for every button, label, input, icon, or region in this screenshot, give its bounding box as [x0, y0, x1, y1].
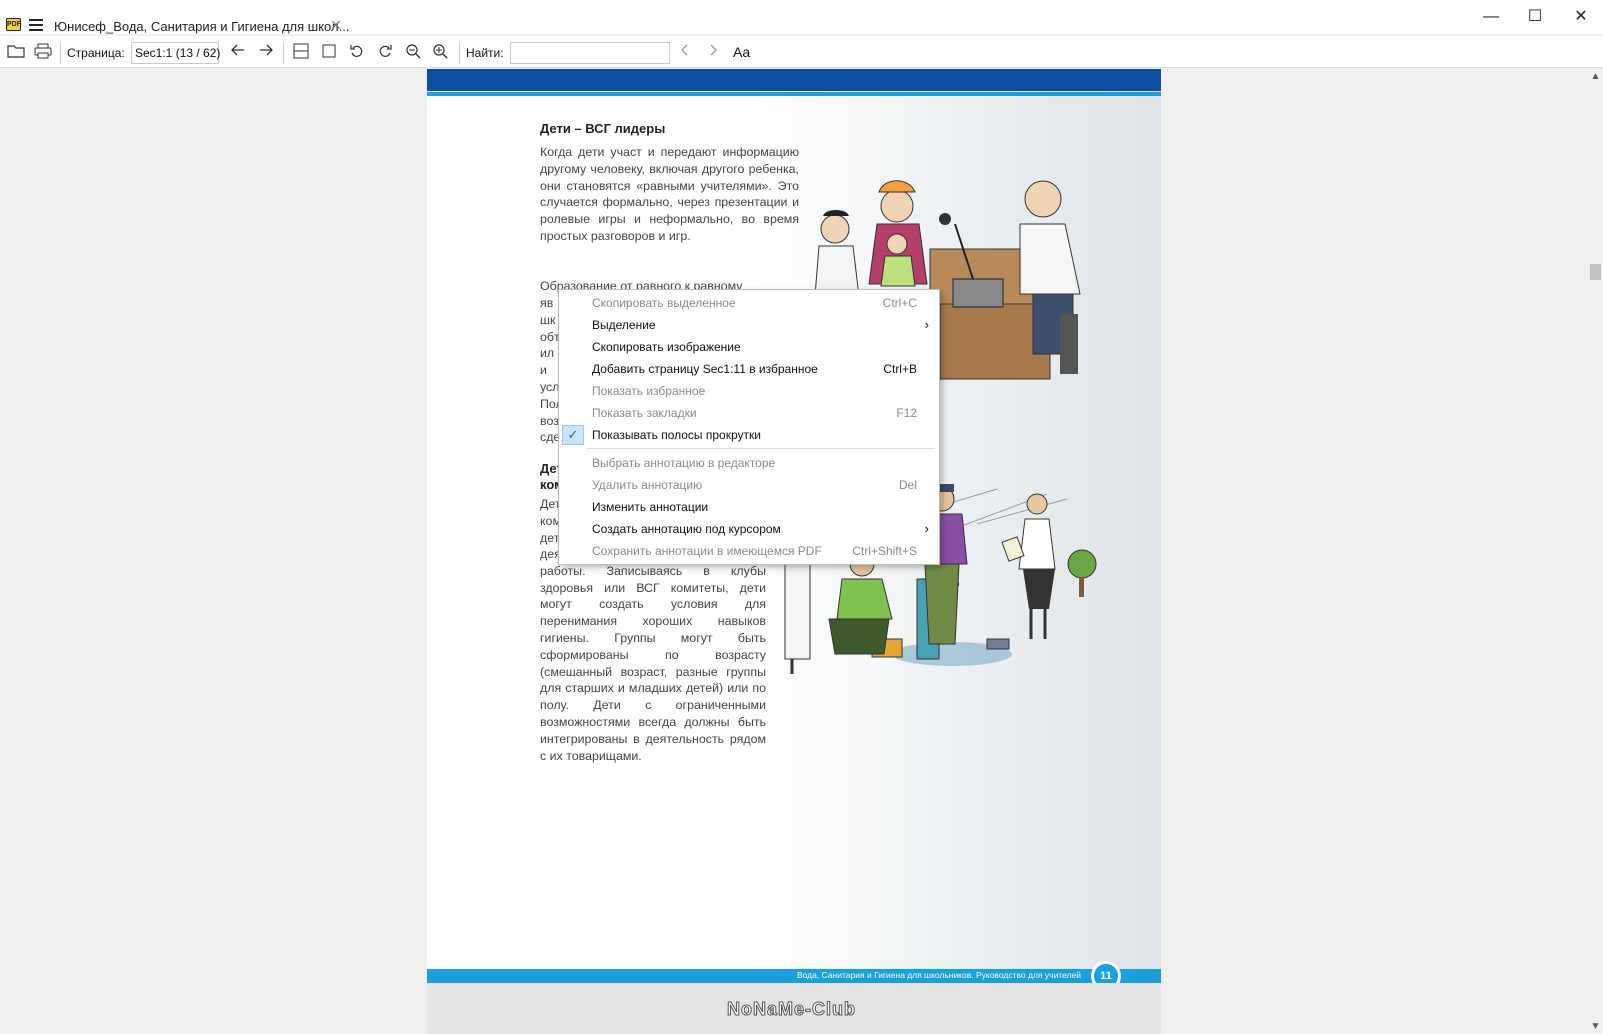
hamburger-menu-icon[interactable]: [29, 19, 43, 31]
section1-paragraph: Когда дети участ и передают информацию д…: [540, 145, 799, 243]
vertical-scrollbar[interactable]: ▲ ▼: [1588, 69, 1603, 1034]
menu-item-delete-annotation[interactable]: Удалить аннотацию Del: [559, 474, 939, 496]
toolbar: Страница: Sec1:1 (13 / 62) Найти: Aa: [0, 36, 1603, 68]
print-icon[interactable]: [33, 43, 53, 61]
rotate-left-icon[interactable]: [347, 43, 367, 61]
find-next-icon[interactable]: [703, 43, 723, 61]
menu-item-save-annotations[interactable]: Сохранить аннотации в имеющемся PDF Ctrl…: [559, 540, 939, 562]
close-window-button[interactable]: ✕: [1559, 6, 1603, 28]
find-label: Найти:: [466, 46, 504, 60]
title-bar: PDF Юнисеф_Вода, Санитария и Гигиена для…: [0, 0, 1603, 34]
document-tab-title[interactable]: Юнисеф_Вода, Санитария и Гигиена для шко…: [54, 19, 349, 34]
find-previous-icon[interactable]: [675, 43, 695, 61]
scroll-up-icon[interactable]: ▲: [1588, 69, 1603, 84]
menu-item-show-scrollbars[interactable]: ✓ Показывать полосы прокрутки: [559, 424, 939, 446]
watermark: NoNaMe-Club: [727, 999, 856, 1020]
section1-heading: Дети – ВСГ лидеры: [540, 121, 666, 136]
app-logo-icon[interactable]: PDF: [6, 18, 21, 31]
match-case-toggle[interactable]: Aa: [733, 44, 750, 60]
submenu-chevron-icon: ›: [924, 521, 929, 536]
menu-item-selection[interactable]: Выделение ›: [559, 314, 939, 336]
minimize-button[interactable]: —: [1469, 6, 1513, 28]
scroll-down-icon[interactable]: ▼: [1588, 1019, 1603, 1034]
page-bottom-area: NoNaMe-Club: [427, 983, 1161, 1034]
menu-item-show-bookmarks[interactable]: Показать закладки F12: [559, 402, 939, 424]
zoom-in-icon[interactable]: [430, 43, 450, 61]
menu-item-add-favorite[interactable]: Добавить страницу Sec1:11 в избранное Ct…: [559, 358, 939, 380]
scrollbar-thumb[interactable]: [1590, 264, 1601, 280]
menu-item-select-annotation[interactable]: Выбрать аннотацию в редакторе: [559, 452, 939, 474]
back-arrow-icon[interactable]: [228, 43, 248, 61]
context-menu: Скопировать выделенное Ctrl+C Выделение …: [558, 289, 940, 565]
toolbar-divider: [283, 42, 284, 64]
section2-paragraph: деятельность и отслеживать ход работы. З…: [540, 547, 766, 763]
forward-arrow-icon[interactable]: [256, 43, 276, 61]
page-header-band: [427, 69, 1161, 91]
toolbar-divider: [459, 42, 460, 64]
menu-separator: [587, 448, 935, 449]
menu-item-create-annotation[interactable]: Создать аннотацию под курсором ›: [559, 518, 939, 540]
menu-item-copy-image[interactable]: Скопировать изображение: [559, 336, 939, 358]
menu-item-show-favorites[interactable]: Показать избранное: [559, 380, 939, 402]
page-footer-band: Вода, Санитария и Гигиена для школьников…: [427, 969, 1161, 983]
toolbar-divider: [60, 42, 61, 64]
tab-close-icon[interactable]: ✕: [330, 17, 342, 34]
zoom-out-icon[interactable]: [403, 43, 423, 61]
menu-item-edit-annotations[interactable]: Изменить аннотации: [559, 496, 939, 518]
page-label: Страница:: [67, 46, 125, 60]
menu-item-copy-selection[interactable]: Скопировать выделенное Ctrl+C: [559, 292, 939, 314]
page-header-line: [427, 92, 1161, 96]
fit-page-icon[interactable]: [319, 43, 339, 61]
page-number-input[interactable]: Sec1:1 (13 / 62): [131, 42, 220, 64]
submenu-chevron-icon: ›: [924, 317, 929, 332]
rotate-right-icon[interactable]: [375, 43, 395, 61]
page-footer-text: Вода, Санитария и Гигиена для школьников…: [796, 970, 1081, 980]
fit-width-icon[interactable]: [291, 43, 311, 61]
open-folder-icon[interactable]: [6, 43, 26, 61]
checkmark-icon: ✓: [562, 425, 584, 445]
find-input[interactable]: [510, 42, 670, 64]
maximize-button[interactable]: ☐: [1513, 6, 1557, 28]
